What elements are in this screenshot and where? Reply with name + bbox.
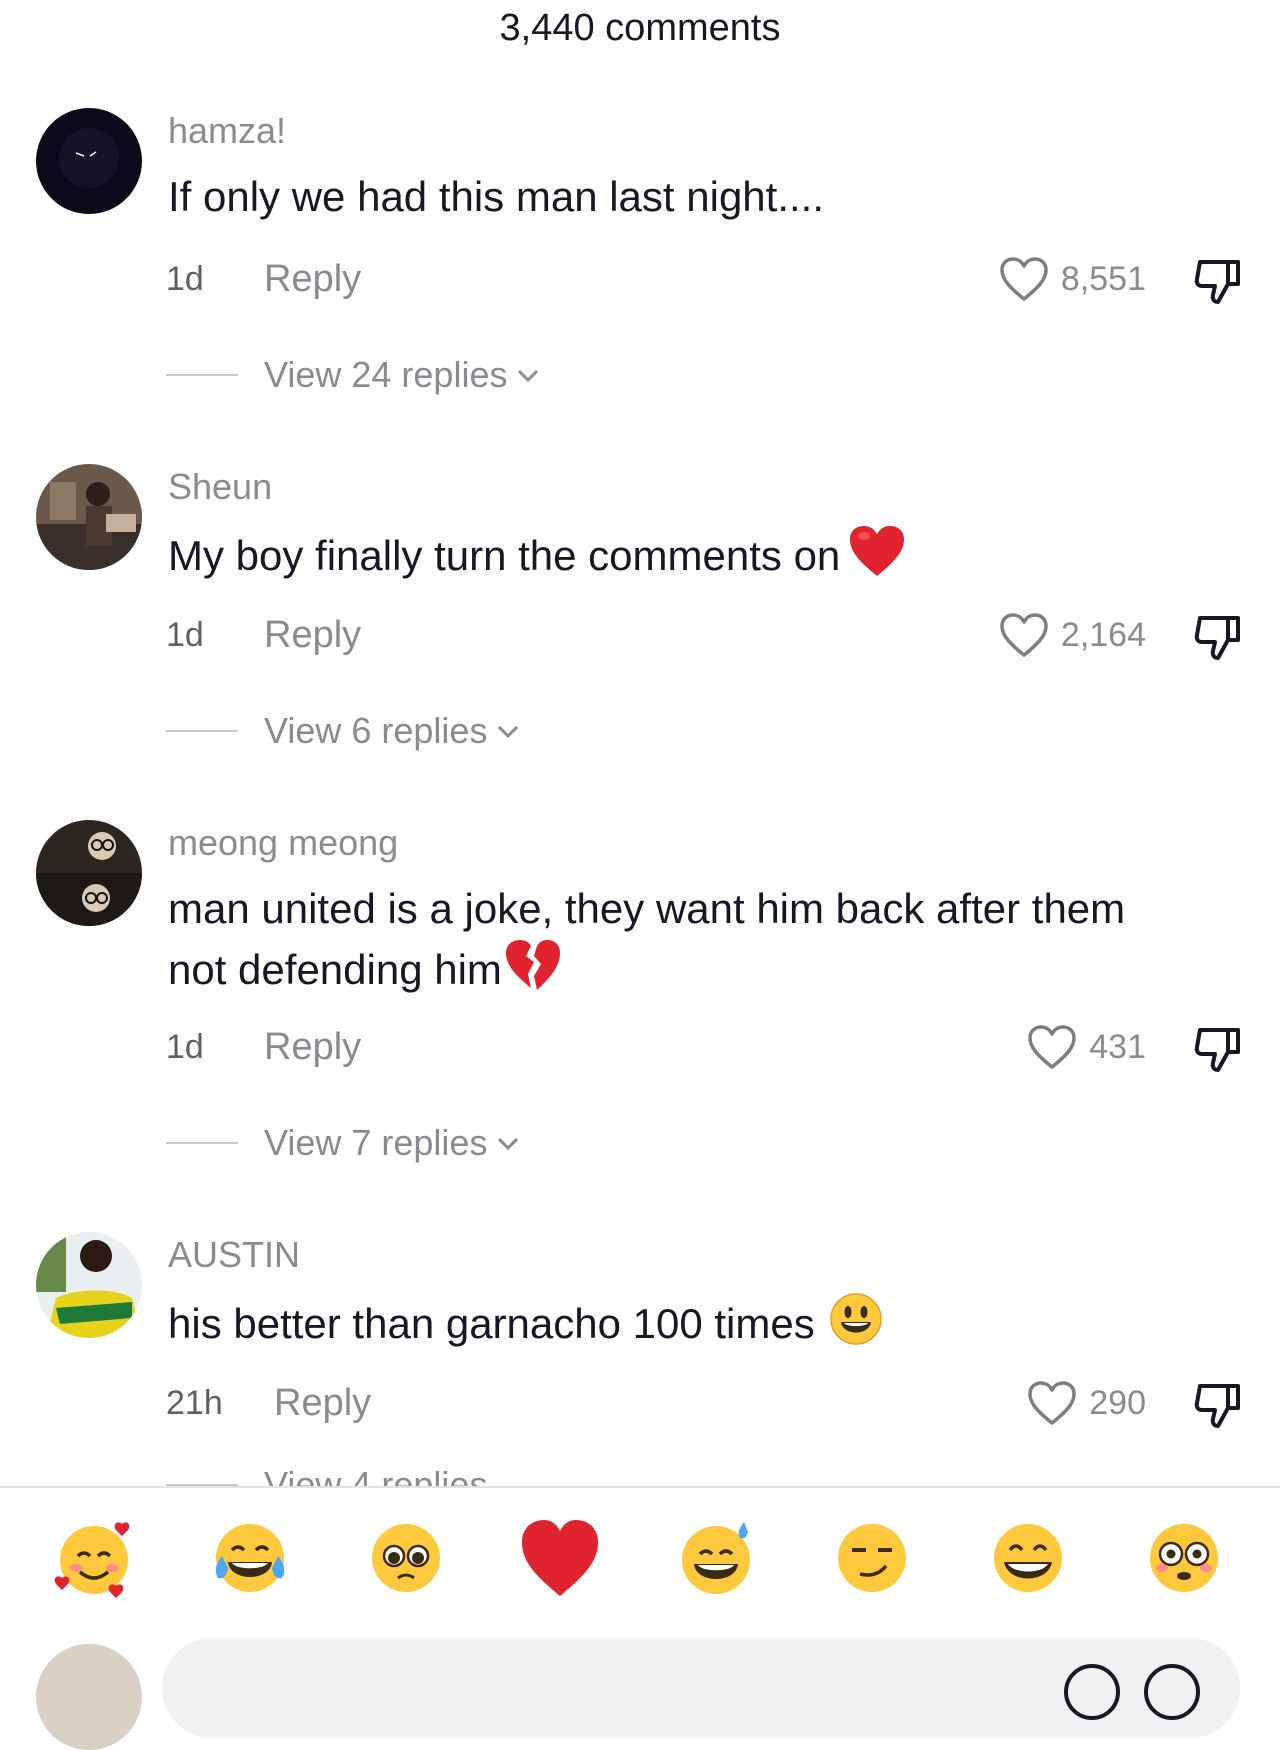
replies-divider-line [166,730,238,732]
comment-meta: 1d Reply 2,164 [166,610,1246,660]
heart-outline-icon [1000,257,1048,301]
reply-button[interactable]: Reply [264,1022,361,1072]
reply-button[interactable]: Reply [264,254,361,304]
chevron-down-icon [518,369,539,383]
grinning-face-icon [829,1292,883,1361]
pleading-face-icon[interactable] [364,1516,448,1600]
comment-item: meong meong man united is a joke, they w… [0,820,1280,1163]
like-button[interactable]: 290 [1027,1378,1146,1428]
comment-text-body: My boy finally turn the comments on [168,532,841,579]
like-button[interactable]: 8,551 [999,254,1146,304]
at-mention-icon[interactable] [1064,1664,1120,1720]
comment-time: 21h [166,1384,223,1422]
current-user-avatar [36,1644,142,1750]
view-replies-button[interactable]: View 6 replies [166,706,521,756]
comment-meta: 1d Reply 431 [166,1022,1246,1072]
broken-heart-icon [504,938,562,1007]
view-replies-button[interactable]: View 7 replies [166,1118,521,1168]
like-count: 431 [1089,1027,1146,1066]
heart-outline-icon [1028,1025,1077,1069]
emoji-bar-divider [0,1486,1280,1488]
comment-item: AUSTIN his better than garnacho 100 time… [0,1232,1280,1552]
avatar[interactable] [36,820,142,926]
quick-emoji-bar [0,1516,1280,1602]
comment-item: Sheun My boy finally turn the comments o… [0,464,1280,784]
emoji-picker-icon[interactable] [1144,1664,1200,1720]
comment-meta: 21h Reply 290 [166,1378,1246,1428]
like-count: 8,551 [1060,259,1146,298]
comment-username[interactable]: meong meong [168,822,398,864]
dislike-icon[interactable] [1190,610,1246,666]
view-replies-label: View 7 replies [264,1122,488,1163]
red-heart-icon[interactable] [518,1516,602,1600]
smirking-face-icon[interactable] [830,1516,914,1600]
view-replies-button[interactable]: View 4 replies [166,1468,566,1486]
view-replies-label: View 24 replies [264,354,508,395]
replies-divider-line [166,374,238,376]
comment-username[interactable]: AUSTIN [168,1234,300,1276]
dislike-icon[interactable] [1190,1022,1246,1078]
heart-outline-icon [1000,613,1048,657]
comment-username[interactable]: Sheun [168,466,272,508]
smiling-face-with-hearts-icon[interactable] [52,1516,136,1600]
comment-meta: 1d Reply 8,551 [166,254,1246,304]
view-replies-label: View 4 replies [264,1468,487,1486]
comment-text-body: If only we had this man last night.... [168,173,825,220]
heart-outline-icon [1028,1381,1077,1425]
avatar[interactable] [36,108,142,214]
comment-text-body: man united is a joke, they want him back… [168,885,1126,993]
avatar[interactable] [36,464,142,570]
chevron-down-icon [498,725,519,739]
view-replies-button[interactable]: View 24 replies [166,350,541,400]
like-button[interactable]: 431 [1027,1022,1146,1072]
avatar[interactable] [36,1232,142,1338]
view-replies-label: View 6 replies [264,710,488,751]
like-count: 290 [1089,1383,1146,1422]
reply-button[interactable]: Reply [264,610,361,660]
comments-count-header: 3,440 comments [499,7,781,49]
dislike-icon[interactable] [1190,1378,1246,1434]
red-heart-icon [848,524,906,593]
dislike-icon[interactable] [1190,254,1246,310]
chevron-down-icon [498,1137,519,1151]
comment-time: 1d [166,1028,204,1066]
comment-input[interactable] [162,1638,1240,1738]
face-with-tears-of-joy-icon[interactable] [208,1516,292,1600]
like-button[interactable]: 2,164 [999,610,1146,660]
comment-time: 1d [166,616,204,654]
comment-text: If only we had this man last night.... [168,168,1148,226]
comment-text: man united is a joke, they want him back… [168,880,1148,1007]
like-count: 2,164 [1060,615,1146,654]
comment-text: his better than garnacho 100 times [168,1292,1148,1361]
flushed-face-icon[interactable] [1142,1516,1226,1600]
comment-text-body: his better than garnacho 100 times [168,1300,815,1347]
comment-item: hamza! If only we had this man last nigh… [0,108,1280,428]
replies-divider-line [166,1142,238,1144]
beaming-face-icon[interactable] [986,1516,1070,1600]
comment-text: My boy finally turn the comments on [168,524,1148,593]
comment-time: 1d [166,260,204,298]
comment-username[interactable]: hamza! [168,110,286,152]
reply-button[interactable]: Reply [274,1378,371,1428]
grinning-face-with-sweat-icon[interactable] [674,1516,758,1600]
